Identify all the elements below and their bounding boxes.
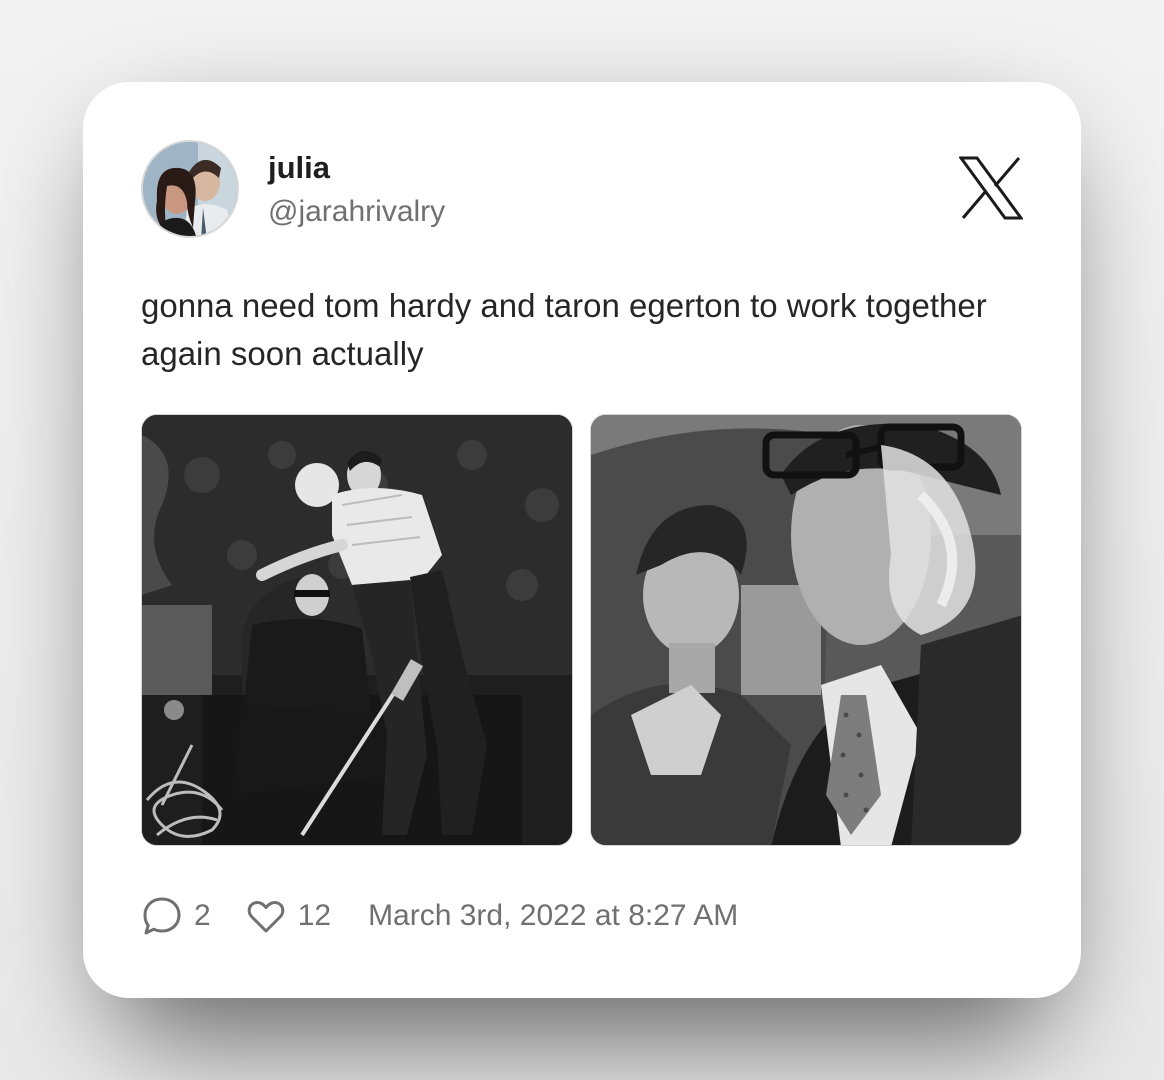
display-name[interactable]: julia [268,150,330,186]
media-photo-2[interactable] [590,414,1022,846]
tweet-footer: 2 12 March 3rd, 2022 at 8:27 AM [141,894,738,938]
reply-button[interactable]: 2 [141,895,211,937]
speech-bubble-icon [141,895,183,937]
tweet-text: gonna need tom hardy and taron egerton t… [141,287,987,372]
reply-count: 2 [194,899,211,932]
heart-icon [245,895,287,937]
like-count: 12 [297,899,332,932]
tweet-timestamp[interactable]: March 3rd, 2022 at 8:27 AM [368,899,738,933]
tweet-card: julia @jarahrivalry gonna need tom hardy… [83,82,1081,998]
x-logo-icon[interactable] [958,156,1024,220]
like-button[interactable]: 12 [245,895,331,937]
media-photo-1[interactable] [141,414,573,846]
avatar[interactable] [141,140,239,238]
user-handle[interactable]: @jarahrivalry [268,195,445,229]
